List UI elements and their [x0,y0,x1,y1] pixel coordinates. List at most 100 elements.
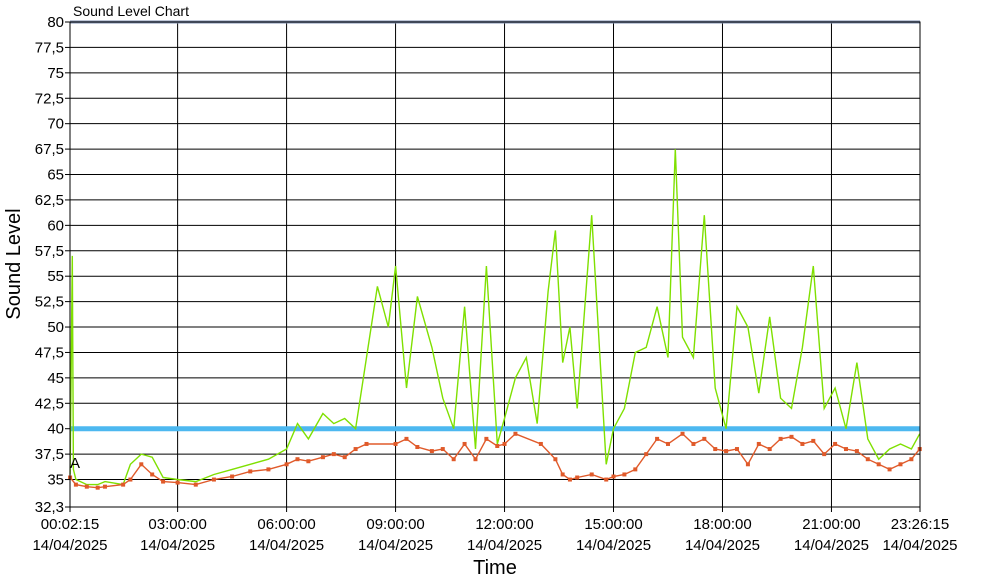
y-tick-label: 35 [47,472,64,489]
series-marker [756,441,761,446]
series-marker [702,436,707,441]
y-tick-label: 40 [47,421,64,438]
series-marker [644,452,649,457]
series-marker [513,431,518,436]
annotation-label: A [70,455,80,472]
series-marker [73,482,78,487]
x-tick-time: 15:00:00 [584,516,642,533]
series-marker [789,434,794,439]
series-marker [898,462,903,467]
series-marker [473,457,478,462]
series-marker [833,441,838,446]
series-marker [331,452,336,457]
x-tick-time: 00:02:15 [41,516,99,533]
series-marker [175,480,180,485]
series-marker [211,477,216,482]
y-tick-label: 80 [47,14,64,31]
y-tick-label: 75 [47,65,64,82]
y-tick-label: 32,3 [35,499,64,516]
x-tick-date: 14/04/2025 [249,537,324,554]
x-tick-time: 09:00:00 [366,516,424,533]
series-marker [538,441,543,446]
series-marker [429,449,434,454]
series-marker [393,441,398,446]
plot-frame [69,21,921,508]
sound-level-chart: 80 77,5 75 72,5 70 67,5 65 62,5 60 57,5 55 52,5 50 47… [3,3,958,579]
series-marker [560,472,565,477]
series-marker [691,441,696,446]
series-marker [655,436,660,441]
y-tick-label: 62,5 [35,192,64,209]
series-marker [633,467,638,472]
series-marker [800,441,805,446]
x-tick-time: 03:00:00 [148,516,206,533]
series-marker [724,449,729,454]
y-tick-label: 77,5 [35,39,64,56]
series-marker [462,441,467,446]
series-marker [575,475,580,480]
series-marker [230,474,235,479]
series-marker [567,477,572,482]
series-marker [589,472,594,477]
y-tick-label: 47,5 [35,344,64,361]
series-marker [248,469,253,474]
series-marker [495,443,500,448]
series-marker [611,474,616,479]
series-marker [284,462,289,467]
chart-title: Sound Level Chart [73,3,189,19]
x-tick-labels: 00:02:15 14/04/2025 03:00:00 14/04/2025 06:0… [32,507,958,554]
series-marker [139,462,144,467]
x-tick-date: 14/04/2025 [32,537,107,554]
series-marker [665,441,670,446]
series-marker [266,467,271,472]
series-marker [161,479,166,484]
series-marker [415,445,420,450]
series-marker [680,431,685,436]
y-tick-label: 37,5 [35,446,64,463]
series-marker [822,452,827,457]
series-marker [887,467,892,472]
series-marker [193,482,198,487]
series-marker [121,482,126,487]
grid-layer [69,21,921,508]
x-tick-date: 14/04/2025 [467,537,542,554]
x-tick-time: 23:26:15 [891,516,949,533]
series-marker [865,457,870,462]
y-tick-label: 52,5 [35,294,64,311]
x-tick-date: 14/04/2025 [140,537,215,554]
y-tick-label: 70 [47,116,64,133]
series-marker [843,447,848,452]
series-marker [295,457,300,462]
series-marker [876,462,881,467]
y-tick-label: 57,5 [35,243,64,260]
y-tick-label: 65 [47,167,64,184]
x-axis-title: Time [473,557,517,579]
series-marker [150,472,155,477]
x-tick-time: 18:00:00 [693,516,751,533]
series-marker [502,441,507,446]
x-tick-date: 14/04/2025 [882,537,957,554]
x-tick-time: 21:00:00 [802,516,860,533]
series-marker [320,455,325,460]
y-tick-label: 67,5 [35,141,64,158]
series-marker [778,436,783,441]
x-tick-date: 14/04/2025 [794,537,869,554]
y-tick-label: 72,5 [35,90,64,107]
series-marker [767,447,772,452]
series-marker [353,447,358,452]
series-marker [811,438,816,443]
frame-layer [69,21,921,508]
x-tick-time: 12:00:00 [475,516,533,533]
series-marker [745,462,750,467]
series-marker [713,447,718,452]
series-marker [404,436,409,441]
series-marker [735,447,740,452]
y-tick-label: 55 [47,268,64,285]
y-tick-labels: 80 77,5 75 72,5 70 67,5 65 62,5 60 57,5 55 52,5 50 47… [35,14,70,516]
series-marker [306,459,311,464]
series-marker [440,447,445,452]
series-marker [84,484,89,489]
series-marker [909,457,914,462]
y-tick-label: 50 [47,319,64,336]
x-tick-time: 06:00:00 [257,516,315,533]
